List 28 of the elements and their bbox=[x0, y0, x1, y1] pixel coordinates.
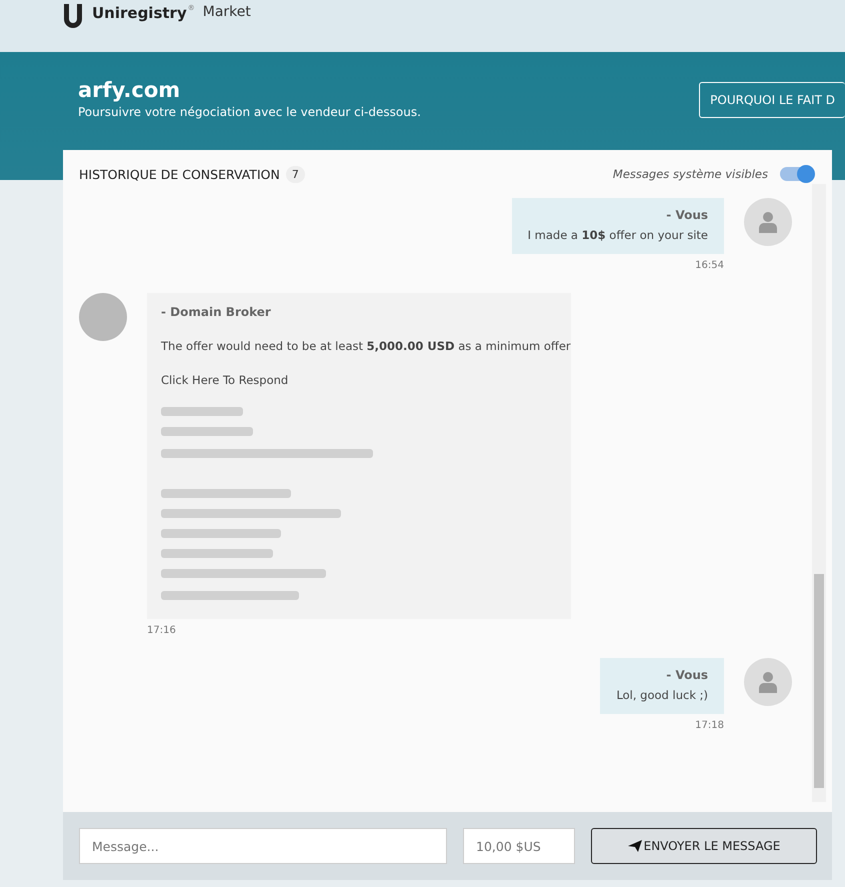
toggle-label: Messages système visibles bbox=[612, 167, 768, 181]
send-icon bbox=[628, 840, 642, 852]
banner-subtitle: Poursuivre votre négociation avec le vendeur ci-dessous. bbox=[78, 105, 421, 119]
message-author: - Domain Broker bbox=[161, 305, 271, 319]
message-field[interactable]: Message... bbox=[79, 828, 447, 864]
domain-title: arfy.com bbox=[78, 78, 182, 102]
amount-field[interactable]: 10,00 $US bbox=[463, 828, 575, 864]
message-time: 17:16 bbox=[147, 625, 176, 636]
system-messages-toggle[interactable] bbox=[780, 167, 814, 181]
registered-mark: ® bbox=[188, 4, 195, 12]
logo-icon bbox=[62, 4, 84, 30]
brand-name: Uniregistry bbox=[92, 4, 187, 22]
message-text: Click Here To Respond bbox=[161, 373, 288, 387]
product-name: Market bbox=[202, 4, 251, 20]
photo-placeholder bbox=[79, 293, 127, 341]
send-button[interactable]: ENVOYER LE MESSAGE bbox=[591, 828, 817, 864]
message-count: 7 bbox=[286, 166, 305, 182]
message-author: - Vous bbox=[666, 208, 708, 222]
message-text: I made a 10$ offer on your site bbox=[528, 228, 708, 242]
message-text: The offer would need to be at least 5,000.00 USD as a minimum offer bbox=[161, 339, 571, 353]
user-avatar bbox=[744, 658, 792, 706]
message-author: - Vous bbox=[666, 668, 708, 682]
conversation-title: HISTORIQUE DE CONSERVATION bbox=[79, 166, 280, 182]
user-avatar bbox=[744, 198, 792, 246]
message-text: Lol, good luck ;) bbox=[616, 688, 708, 702]
why-button[interactable]: POURQUOI LE FAIT D bbox=[699, 82, 845, 118]
message-time: 16:54 bbox=[695, 260, 724, 271]
message-time: 17:18 bbox=[695, 720, 724, 731]
